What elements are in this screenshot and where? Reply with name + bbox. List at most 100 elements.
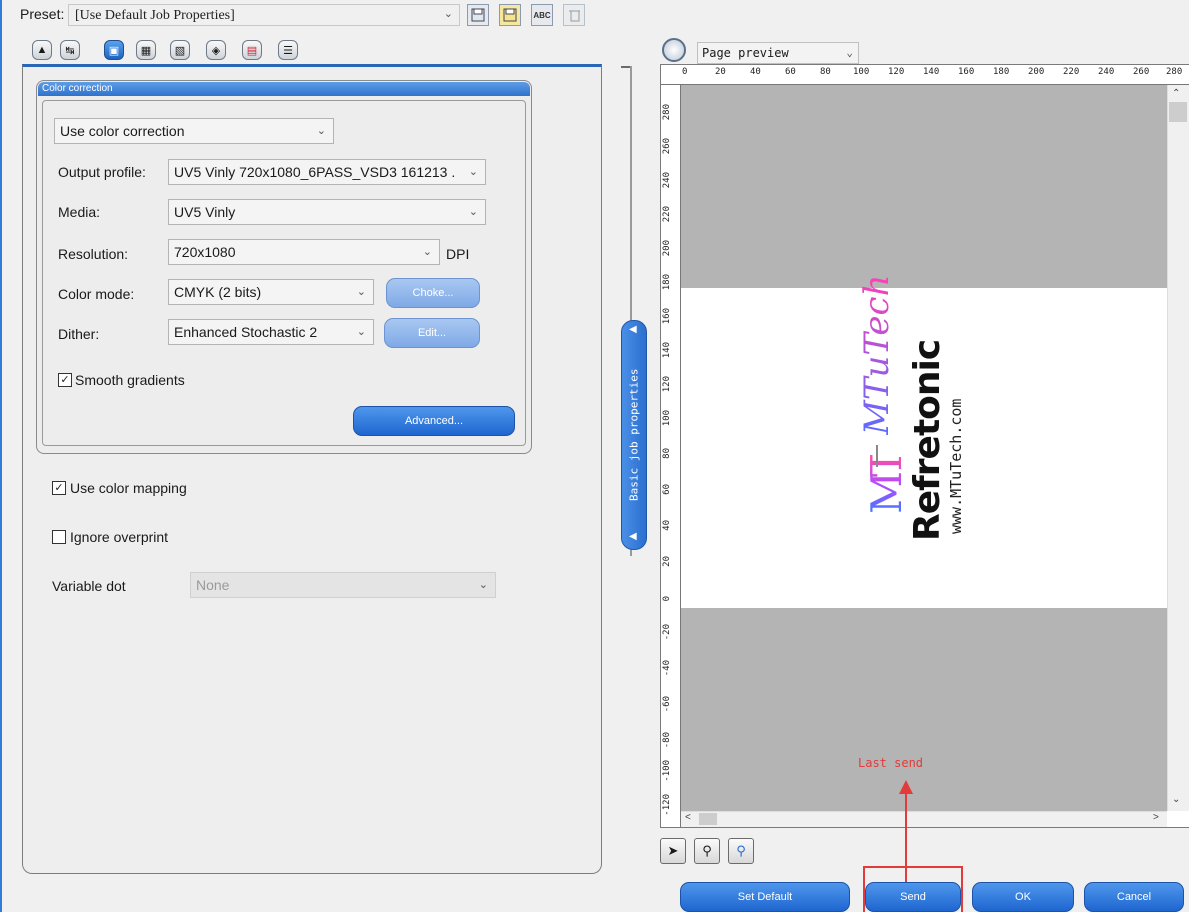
grid-icon: ▧ <box>174 44 186 57</box>
dither-value: Enhanced Stochastic 2 <box>174 324 318 340</box>
film-icon: ▦ <box>140 44 152 57</box>
hruler-tick: 280 <box>1166 67 1183 77</box>
scroll-up-icon[interactable]: ⌃ <box>1172 88 1180 99</box>
tab-grid-icon[interactable]: ▧ <box>170 40 190 60</box>
zoom-icon: ⚲ <box>702 843 712 858</box>
chevron-down-icon: ⌄ <box>468 166 478 178</box>
vertical-scroll-thumb[interactable] <box>1169 102 1187 122</box>
preview-mode-select[interactable]: Page preview ⌄ <box>697 42 859 64</box>
set-default-button[interactable]: Set Default <box>680 882 850 912</box>
smooth-gradients-checkbox[interactable]: ✓ <box>58 373 72 387</box>
zoom-fit-tool[interactable]: ⚲ <box>728 838 754 864</box>
delete-preset-button[interactable] <box>563 4 585 26</box>
resolution-value: 720x1080 <box>174 244 236 260</box>
vruler-tick: 180 <box>662 274 672 291</box>
preview-mode-value: Page preview <box>702 46 789 60</box>
media-select[interactable]: UV5 Vinly ⌄ <box>168 199 486 225</box>
ignore-overprint-checkbox[interactable] <box>52 530 66 544</box>
chevron-down-icon: ⌄ <box>316 125 326 137</box>
vruler-tick: 100 <box>662 410 672 427</box>
delete-icon <box>569 10 580 22</box>
resolution-select[interactable]: 720x1080 ⌄ <box>168 239 440 265</box>
use-color-mapping-checkbox[interactable]: ✓ <box>52 481 66 495</box>
cancel-button[interactable]: Cancel <box>1084 882 1184 912</box>
zoom-tool[interactable]: ⚲ <box>694 838 720 864</box>
save-preset-button[interactable] <box>467 4 489 26</box>
color-mode-label: Color mode: <box>58 286 135 302</box>
pointer-tool[interactable]: ➤ <box>660 838 686 864</box>
gauge-icon[interactable] <box>662 38 686 62</box>
preset-select[interactable]: [Use Default Job Properties] ⌄ <box>68 4 460 26</box>
variable-dot-select[interactable]: None ⌄ <box>190 572 496 598</box>
vruler-tick: 0 <box>662 596 672 602</box>
scroll-right-icon[interactable]: > <box>1153 812 1159 823</box>
hruler-tick: 80 <box>820 67 831 77</box>
hruler-tick: 180 <box>993 67 1010 77</box>
variable-dot-label: Variable dot <box>52 578 126 594</box>
send-highlight <box>863 866 963 912</box>
output-profile-select[interactable]: UV5 Vinly 720x1080_6PASS_VSD3 161213 . ⌄ <box>168 159 486 185</box>
tab-job-icon[interactable]: ▲ <box>32 40 52 60</box>
vruler-tick: 40 <box>662 520 672 531</box>
marks-icon: ◈ <box>211 44 221 57</box>
logo-refretonic: Refretonic <box>907 339 948 541</box>
use-color-mapping-label: Use color mapping <box>70 480 187 496</box>
logo-mtutech: MTuTech <box>857 274 897 436</box>
magnifier-icon: ⚲ <box>736 843 746 858</box>
vruler-tick: 220 <box>662 206 672 223</box>
ignore-overprint-label: Ignore overprint <box>70 529 169 545</box>
window-edge <box>0 0 2 912</box>
scroll-left-icon[interactable]: < <box>685 812 691 823</box>
hruler-tick: 220 <box>1063 67 1080 77</box>
resolution-unit: DPI <box>446 246 470 262</box>
vruler-tick: 200 <box>662 240 672 257</box>
color-mode-select[interactable]: CMYK (2 bits) ⌄ <box>168 279 374 305</box>
resolution-label: Resolution: <box>58 246 129 262</box>
advanced-button[interactable]: Advanced... <box>353 406 515 436</box>
vruler-tick: 140 <box>662 342 672 359</box>
dither-select[interactable]: Enhanced Stochastic 2 ⌄ <box>168 319 374 345</box>
tab-film-icon[interactable]: ▦ <box>136 40 156 60</box>
hruler-tick: 100 <box>853 67 870 77</box>
vruler-tick: 120 <box>662 376 672 393</box>
media-label: Media: <box>58 204 101 220</box>
basic-job-properties-label: Basic job properties <box>627 368 641 502</box>
vruler-tick: -40 <box>662 660 672 677</box>
vruler-tick: 260 <box>662 138 672 155</box>
color-correction-mode-select[interactable]: Use color correction ⌄ <box>54 118 334 144</box>
smooth-gradients-label: Smooth gradients <box>75 372 185 388</box>
chevron-down-icon: ⌄ <box>356 286 366 298</box>
preview-horizontal-scrollbar[interactable] <box>681 811 1167 827</box>
output-profile-label: Output profile: <box>58 164 146 180</box>
vruler-tick: 240 <box>662 172 672 189</box>
layout-icon: ↹ <box>65 44 75 57</box>
ok-button[interactable]: OK <box>972 882 1074 912</box>
preset-label: Preset: <box>20 6 65 22</box>
vruler-tick: 80 <box>662 448 672 459</box>
spellcheck-icon: ABC <box>533 10 551 20</box>
scroll-down-icon[interactable]: ⌄ <box>1172 794 1180 805</box>
save-as-preset-button[interactable] <box>499 4 521 26</box>
tab-layers-icon[interactable]: ☰ <box>278 40 298 60</box>
collapse-left-icon-bottom[interactable]: ◀ <box>629 531 637 542</box>
chevron-down-icon: ⌄ <box>443 8 453 20</box>
tab-marks-icon[interactable]: ◈ <box>206 40 226 60</box>
preview-vertical-scrollbar[interactable] <box>1167 85 1189 811</box>
dither-label: Dither: <box>58 326 100 342</box>
hruler-tick: 40 <box>750 67 761 77</box>
tab-palette-icon[interactable]: ▤ <box>242 40 262 60</box>
preset-value: [Use Default Job Properties] <box>75 8 235 23</box>
edit-dither-button[interactable]: Edit... <box>384 318 480 348</box>
chevron-down-icon: ⌄ <box>468 206 478 218</box>
choke-button[interactable]: Choke... <box>386 278 480 308</box>
color-correction-title: Color correction <box>38 82 530 96</box>
output-profile-value: UV5 Vinly 720x1080_6PASS_VSD3 161213 . <box>174 164 456 180</box>
tab-color-icon[interactable]: ▣ <box>104 40 124 60</box>
save-icon <box>471 8 485 22</box>
vruler-tick: -120 <box>662 794 672 816</box>
pointer-icon: ➤ <box>667 843 679 858</box>
logo-mt: MT <box>862 454 911 514</box>
tab-layout-icon[interactable]: ↹ <box>60 40 80 60</box>
spellcheck-button[interactable]: ABC <box>531 4 553 26</box>
horizontal-scroll-thumb[interactable] <box>699 813 717 825</box>
